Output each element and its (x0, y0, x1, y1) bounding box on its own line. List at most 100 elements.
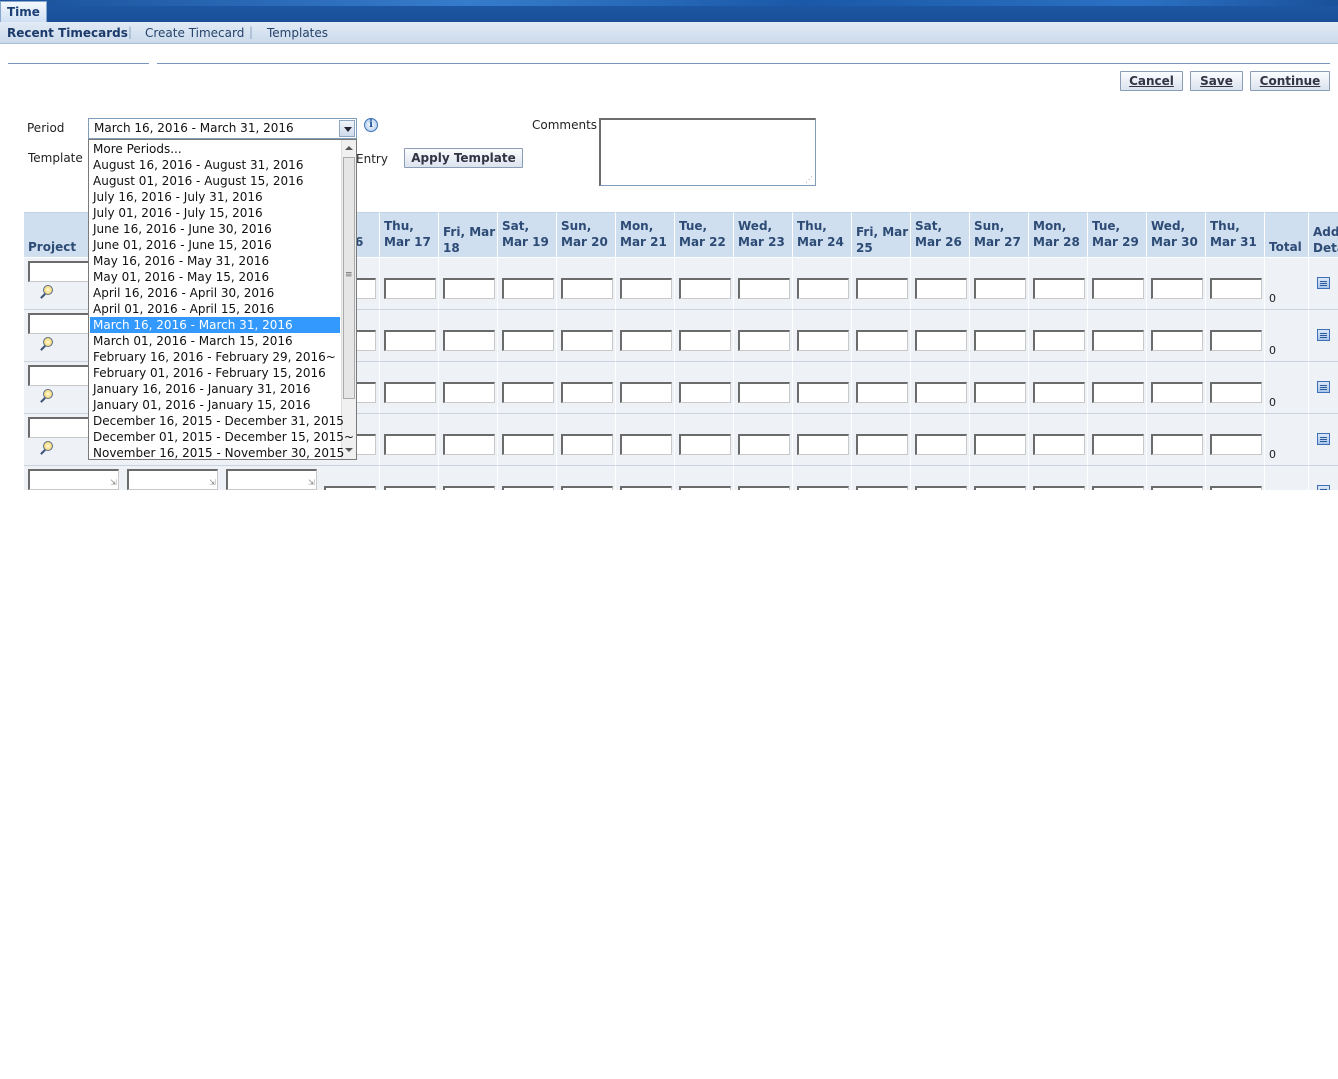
period-option[interactable]: May 01, 2016 - May 15, 2016 (90, 269, 340, 285)
period-option[interactable]: March 16, 2016 - March 31, 2016 (90, 317, 340, 333)
tab-time[interactable]: Time (0, 1, 47, 22)
hours-input[interactable] (1092, 278, 1144, 299)
period-option[interactable]: April 01, 2016 - April 15, 2016 (90, 301, 340, 317)
period-option[interactable]: July 16, 2016 - July 31, 2016 (90, 189, 340, 205)
subtab-create-timecard[interactable]: Create Timecard (145, 26, 244, 40)
period-option[interactable]: November 16, 2015 - November 30, 2015 (90, 445, 344, 459)
hours-input[interactable] (1210, 382, 1262, 403)
period-option[interactable]: February 16, 2016 - February 29, 2016~ (90, 349, 340, 365)
hours-input[interactable] (384, 382, 436, 403)
hours-input[interactable] (679, 330, 731, 351)
hours-input[interactable] (384, 330, 436, 351)
period-option[interactable]: December 01, 2015 - December 15, 2015~ (90, 429, 354, 445)
subtab-recent-timecards[interactable]: Recent Timecards (7, 26, 128, 40)
hours-input[interactable] (561, 382, 613, 403)
hours-input[interactable] (443, 278, 495, 299)
hours-input[interactable] (502, 330, 554, 351)
hours-input[interactable] (1151, 278, 1203, 299)
project-input[interactable] (28, 261, 90, 282)
hours-input[interactable] (502, 382, 554, 403)
hours-input[interactable] (1210, 330, 1262, 351)
project-input[interactable] (28, 313, 90, 334)
details-icon[interactable] (1317, 485, 1330, 490)
period-dropdown-list[interactable]: More Periods...August 16, 2016 - August … (88, 139, 357, 460)
hours-input[interactable] (856, 278, 908, 299)
hours-input[interactable] (384, 434, 436, 455)
hours-input[interactable] (738, 434, 790, 455)
details-icon[interactable] (1317, 277, 1330, 289)
scroll-up-icon[interactable] (344, 143, 354, 153)
hours-input[interactable] (384, 486, 436, 490)
scroll-down-icon[interactable] (344, 446, 354, 456)
hours-input[interactable] (679, 278, 731, 299)
period-select[interactable]: March 16, 2016 - March 31, 2016 (88, 118, 357, 139)
hours-input[interactable] (738, 330, 790, 351)
hours-input[interactable] (1151, 434, 1203, 455)
search-icon[interactable] (40, 389, 54, 403)
hours-input[interactable] (974, 330, 1026, 351)
dropdown-scrollbar[interactable] (341, 140, 356, 459)
apply-template-button[interactable]: Apply Template (404, 148, 523, 168)
hours-input[interactable] (1210, 434, 1262, 455)
hours-input[interactable] (620, 278, 672, 299)
hours-input[interactable] (620, 434, 672, 455)
hours-input[interactable] (1210, 278, 1262, 299)
hours-input[interactable] (502, 434, 554, 455)
hours-input[interactable] (502, 486, 554, 490)
chevron-down-icon[interactable] (339, 120, 355, 137)
scroll-thumb[interactable] (343, 157, 355, 399)
hours-input[interactable] (974, 486, 1026, 490)
hours-input[interactable] (679, 382, 731, 403)
hours-input[interactable] (443, 434, 495, 455)
hours-input[interactable] (443, 382, 495, 403)
hours-input[interactable] (797, 486, 849, 490)
hours-input[interactable] (443, 486, 495, 490)
hours-input[interactable] (1151, 486, 1203, 490)
subtab-templates[interactable]: Templates (267, 26, 328, 40)
hours-input[interactable] (797, 434, 849, 455)
period-option[interactable]: June 16, 2016 - June 30, 2016 (90, 221, 340, 237)
hours-input[interactable] (561, 330, 613, 351)
hours-input[interactable] (915, 278, 967, 299)
hours-input[interactable] (1033, 434, 1085, 455)
period-option[interactable]: August 16, 2016 - August 31, 2016 (90, 157, 340, 173)
hours-input[interactable] (738, 382, 790, 403)
hours-input[interactable] (561, 434, 613, 455)
hours-input[interactable] (797, 330, 849, 351)
hours-input[interactable] (1033, 278, 1085, 299)
hours-input[interactable] (679, 486, 731, 490)
period-option[interactable]: More Periods... (90, 141, 340, 157)
resize-grip-icon[interactable]: ⋰ (805, 175, 813, 184)
hours-input[interactable] (1033, 382, 1085, 403)
hours-input[interactable] (915, 486, 967, 490)
hours-input[interactable] (502, 278, 554, 299)
hours-input[interactable] (620, 486, 672, 490)
lov-input[interactable] (28, 469, 119, 490)
hours-input[interactable] (738, 486, 790, 490)
comments-textarea[interactable]: ⋰ (599, 118, 816, 186)
hours-input[interactable] (679, 434, 731, 455)
hours-input[interactable] (443, 330, 495, 351)
hours-input[interactable] (1151, 330, 1203, 351)
period-option[interactable]: July 01, 2016 - July 15, 2016 (90, 205, 340, 221)
hours-input[interactable] (1151, 382, 1203, 403)
details-icon[interactable] (1317, 329, 1330, 341)
hours-input[interactable] (974, 382, 1026, 403)
hours-input[interactable] (1033, 330, 1085, 351)
project-input[interactable] (28, 365, 90, 386)
hours-input[interactable] (1033, 486, 1085, 490)
hours-input[interactable] (797, 382, 849, 403)
period-option[interactable]: February 01, 2016 - February 15, 2016 (90, 365, 340, 381)
cancel-button[interactable]: Cancel (1120, 71, 1183, 91)
hours-input[interactable] (797, 278, 849, 299)
period-option[interactable]: January 16, 2016 - January 31, 2016 (90, 381, 340, 397)
hours-input[interactable] (915, 434, 967, 455)
details-icon[interactable] (1317, 433, 1330, 445)
hours-input[interactable] (561, 278, 613, 299)
hours-input[interactable] (1092, 486, 1144, 490)
hours-input[interactable] (561, 486, 613, 490)
hours-input[interactable] (974, 434, 1026, 455)
hours-input[interactable] (856, 330, 908, 351)
info-icon[interactable]: i (364, 118, 378, 132)
hours-input[interactable] (974, 278, 1026, 299)
